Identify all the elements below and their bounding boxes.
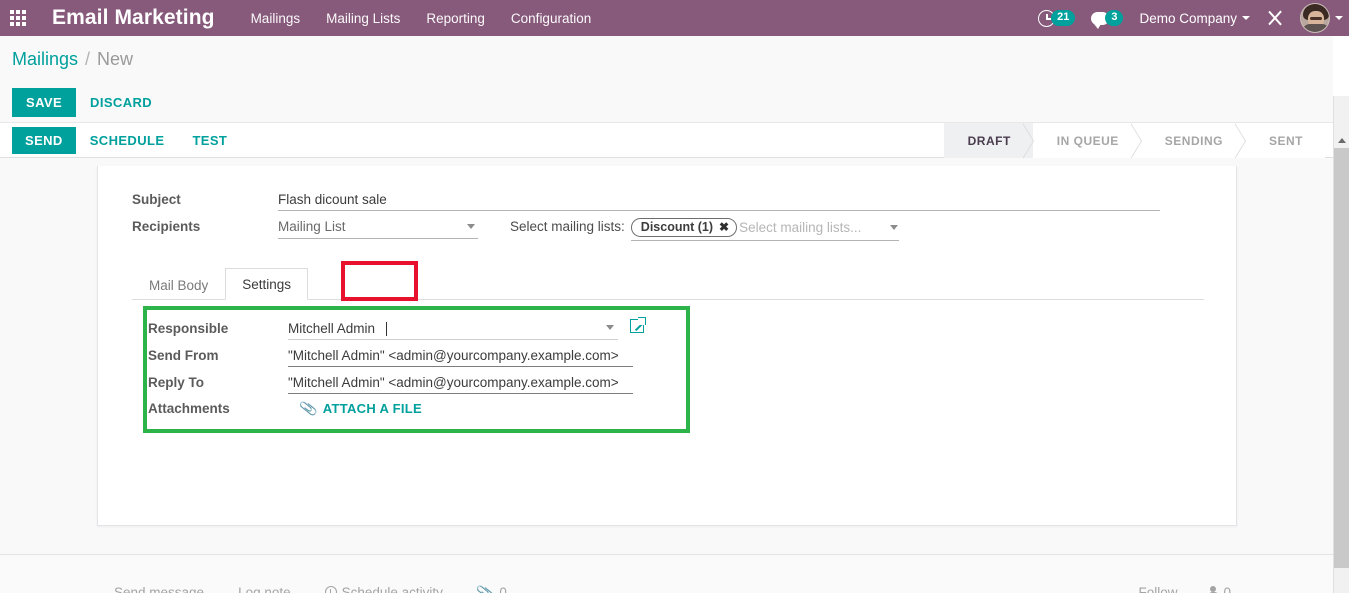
paperclip-icon: 📎 (475, 582, 496, 593)
test-button[interactable]: TEST (178, 127, 241, 154)
save-button[interactable]: SAVE (12, 87, 77, 117)
menu-item-reporting[interactable]: Reporting (426, 11, 485, 26)
clock-icon (324, 586, 337, 593)
breadcrumb-current: New (97, 48, 134, 69)
chevron-down-icon (1335, 16, 1343, 20)
mailing-list-tag-label: Discount (1) (640, 220, 714, 234)
tab-settings[interactable]: Settings (225, 268, 309, 300)
schedule-button[interactable]: SCHEDULE (76, 127, 179, 154)
schedule-activity-label: Schedule activity (341, 584, 443, 593)
breadcrumb-separator: / (85, 48, 91, 69)
followers-count: 0 (1223, 584, 1231, 593)
breadcrumb: Mailings / New (0, 36, 1349, 82)
status-step-in-queue[interactable]: IN QUEUE (1032, 122, 1142, 159)
discard-button[interactable]: DISCARD (76, 88, 166, 117)
main-content: Subject Recipients Mailing List Select m… (0, 158, 1349, 554)
chatter-footer: Send message Log note Schedule activity … (0, 554, 1349, 593)
send-from-input[interactable] (288, 346, 633, 367)
close-icon[interactable]: ✖ (719, 221, 729, 233)
apps-grid-icon (10, 10, 26, 26)
attach-a-file-label: ATTACH A FILE (322, 401, 422, 416)
menu-item-configuration[interactable]: Configuration (511, 11, 591, 26)
company-name-label: Demo Company (1139, 10, 1237, 26)
status-action-buttons: SEND SCHEDULE TEST (0, 126, 241, 154)
settings-tab-panel: Responsible Send From Rep (130, 306, 1204, 433)
notebook: Mail Body Settings (130, 261, 1204, 301)
user-menu[interactable] (1300, 3, 1343, 33)
main-menu: Mailings Mailing Lists Reporting Configu… (251, 11, 592, 26)
attachments-label: Attachments (148, 401, 230, 416)
send-from-label: Send From (148, 348, 219, 363)
activities-button[interactable]: 21 (1038, 9, 1076, 27)
messages-button[interactable]: 3 (1091, 10, 1124, 29)
chevron-down-icon (1242, 16, 1250, 20)
subject-label: Subject (132, 192, 181, 207)
attach-a-file-button[interactable]: 📎 ATTACH A FILE (298, 398, 422, 418)
log-note-button[interactable]: Log note (238, 585, 291, 593)
top-navbar: Email Marketing Mailings Mailing Lists R… (0, 0, 1349, 36)
app-brand-title[interactable]: Email Marketing (52, 6, 215, 30)
message-count-badge: 3 (1105, 10, 1124, 26)
subject-input[interactable] (278, 190, 1160, 211)
page-scrollbar-thumb[interactable] (1334, 148, 1349, 568)
record-action-bar: SAVE DISCARD (0, 82, 1349, 122)
tab-mail-body[interactable]: Mail Body (132, 269, 225, 300)
field-row-recipients: Recipients Mailing List Select mailing l… (130, 216, 1204, 241)
field-row-reply-to: Reply To (142, 373, 1204, 394)
send-message-button[interactable]: Send message (114, 585, 204, 593)
attachments-counter[interactable]: 📎 0 (475, 582, 507, 593)
text-caret (386, 322, 387, 336)
status-step-sending[interactable]: SENDING (1140, 122, 1247, 159)
field-row-responsible: Responsible (142, 317, 1204, 340)
mailing-lists-placeholder: Select mailing lists... (739, 220, 862, 235)
status-step-draft[interactable]: DRAFT (943, 122, 1034, 159)
external-link-icon[interactable] (630, 317, 646, 333)
scroll-up-arrow-icon[interactable] (1334, 132, 1349, 148)
apps-menu-button[interactable] (0, 0, 36, 36)
reply-to-input[interactable] (288, 373, 633, 394)
chatter-actions: Send message Log note Schedule activity … (114, 582, 507, 593)
schedule-activity-button[interactable]: Schedule activity (324, 584, 443, 593)
tab-list: Mail Body Settings (132, 267, 1204, 300)
field-row-send-from: Send From (142, 346, 1204, 367)
navbar-right-tools: 21 3 Demo Company (1038, 0, 1343, 36)
send-button[interactable]: SEND (12, 126, 76, 154)
responsible-input[interactable] (288, 319, 618, 340)
recipients-select[interactable]: Mailing List (278, 216, 478, 239)
attachment-count: 0 (499, 584, 507, 593)
field-row-attachments: Attachments 📎 ATTACH A FILE (142, 398, 1204, 418)
field-row-subject: Subject (130, 190, 1204, 211)
mailing-lists-field[interactable]: Discount (1) ✖ Select mailing lists... (630, 218, 899, 241)
menu-item-mailings[interactable]: Mailings (251, 11, 301, 26)
company-switcher[interactable]: Demo Company (1139, 11, 1250, 26)
form-sheet: Subject Recipients Mailing List Select m… (97, 166, 1237, 526)
menu-item-mailing-lists[interactable]: Mailing Lists (326, 11, 400, 26)
chevron-down-icon (889, 225, 898, 230)
avatar (1300, 3, 1330, 33)
follow-button[interactable]: Follow (1138, 585, 1177, 593)
mailing-list-tag[interactable]: Discount (1) ✖ (630, 218, 738, 237)
followers-counter[interactable]: 0 (1207, 585, 1231, 593)
activity-count-badge: 21 (1051, 10, 1076, 26)
chatter-follow-group: Follow 0 (1138, 585, 1231, 593)
recipients-label: Recipients (132, 219, 201, 234)
breadcrumb-root[interactable]: Mailings (12, 49, 78, 70)
status-step-sent[interactable]: SENT (1244, 123, 1325, 158)
reply-to-label: Reply To (148, 375, 205, 390)
page-scrollbar-track[interactable] (1333, 36, 1349, 593)
mailing-lists-label: Select mailing lists: (510, 219, 625, 234)
status-steps: DRAFT IN QUEUE SENDING SENT (943, 122, 1325, 159)
person-icon (1207, 586, 1219, 593)
paperclip-icon: 📎 (298, 398, 319, 418)
responsible-label: Responsible (148, 321, 229, 336)
status-bar: SEND SCHEDULE TEST DRAFT IN QUEUE SENDIN… (0, 122, 1349, 159)
wrench-icon[interactable] (1266, 9, 1284, 27)
